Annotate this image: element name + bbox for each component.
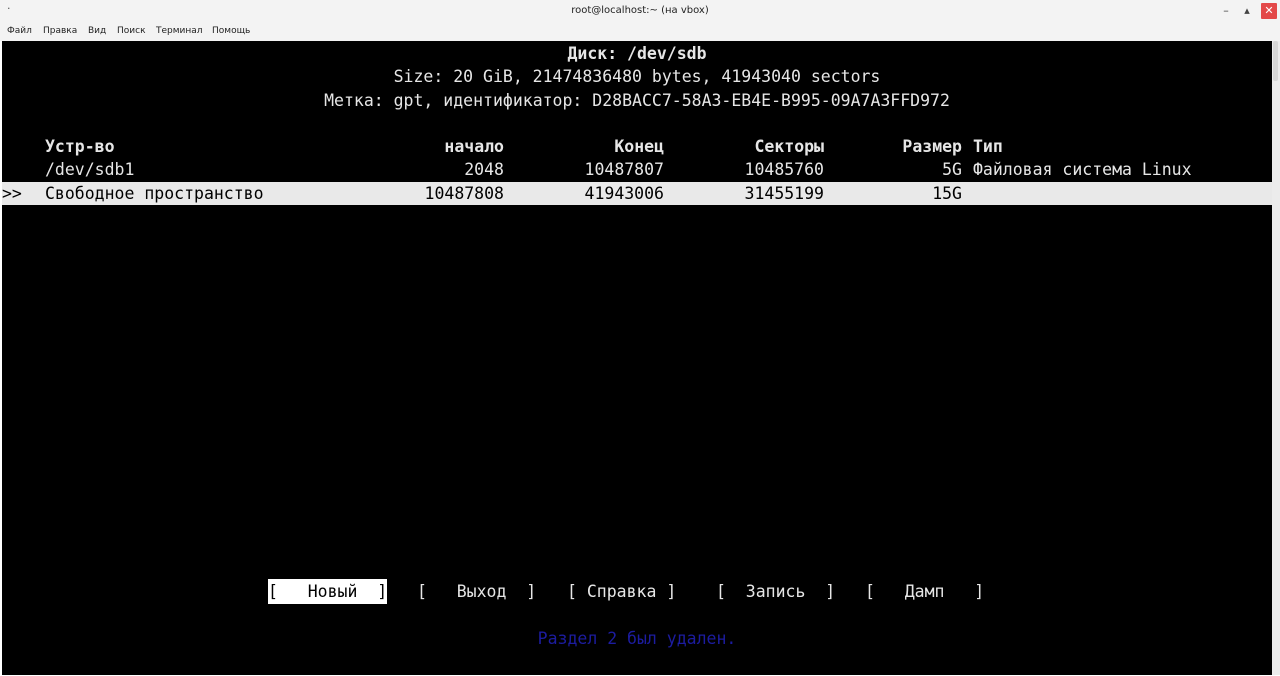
write-button[interactable]: [ Запись ] — [716, 579, 835, 604]
minimize-icon[interactable]: – — [1218, 3, 1234, 19]
header-start: начало — [444, 137, 504, 156]
row-size: 5G — [942, 160, 962, 179]
disk-size-line: Size: 20 GiB, 21474836480 bytes, 4194304… — [393, 67, 881, 86]
dump-button[interactable]: [ Дамп ] — [865, 579, 984, 604]
new-button[interactable]: [ Новый ] — [268, 579, 388, 604]
row-selection-marker: >> — [2, 184, 22, 203]
header-end: Конец — [614, 137, 664, 156]
close-icon[interactable]: ✕ — [1261, 3, 1277, 19]
row-start: 10487808 — [424, 184, 504, 203]
row-end: 41943006 — [584, 184, 664, 203]
row-sectors: 10485760 — [744, 160, 824, 179]
menu-view[interactable]: Вид — [88, 26, 106, 36]
status-message: Раздел 2 был удален. — [537, 629, 737, 648]
disk-title: Диск: /dev/sdb — [567, 44, 707, 63]
row-start: 2048 — [464, 160, 504, 179]
table-row-selected[interactable]: >> Свободное пространство 10487808 41943… — [2, 182, 1272, 205]
quit-button[interactable]: [ Выход ] — [417, 579, 536, 604]
scrollbar[interactable] — [1272, 41, 1280, 675]
menu-help[interactable]: Помощь — [212, 26, 250, 36]
row-end: 10487807 — [584, 160, 664, 179]
help-button[interactable]: [ Справка ] — [567, 579, 676, 604]
scrollbar-thumb[interactable] — [1273, 41, 1278, 81]
row-device: Свободное пространство — [45, 184, 264, 203]
menu-edit[interactable]: Правка — [43, 26, 77, 36]
row-type: Файловая система Linux — [973, 160, 1192, 179]
menu-bar: Файл Правка Вид Поиск Терминал Помощь — [0, 22, 1280, 41]
window-title: root@localhost:~ (на vbox) — [571, 5, 709, 16]
header-device: Устр-во — [45, 137, 115, 156]
menu-terminal[interactable]: Терминал — [156, 26, 203, 36]
disk-label-line: Метка: gpt, идентификатор: D28BACC7-58A3… — [324, 91, 950, 110]
header-type: Тип — [973, 137, 1003, 156]
menu-search[interactable]: Поиск — [117, 26, 146, 36]
row-device: /dev/sdb1 — [45, 160, 135, 179]
row-size: 15G — [932, 184, 962, 203]
menu-file[interactable]: Файл — [7, 26, 32, 36]
maximize-icon[interactable]: ▴ — [1239, 3, 1255, 19]
title-bar: · root@localhost:~ (на vbox) – ▴ ✕ — [0, 0, 1280, 22]
header-size: Размер — [902, 137, 962, 156]
terminal-screen[interactable]: Диск: /dev/sdb Size: 20 GiB, 21474836480… — [2, 41, 1272, 675]
header-sectors: Секторы — [754, 137, 824, 156]
row-sectors: 31455199 — [744, 184, 824, 203]
